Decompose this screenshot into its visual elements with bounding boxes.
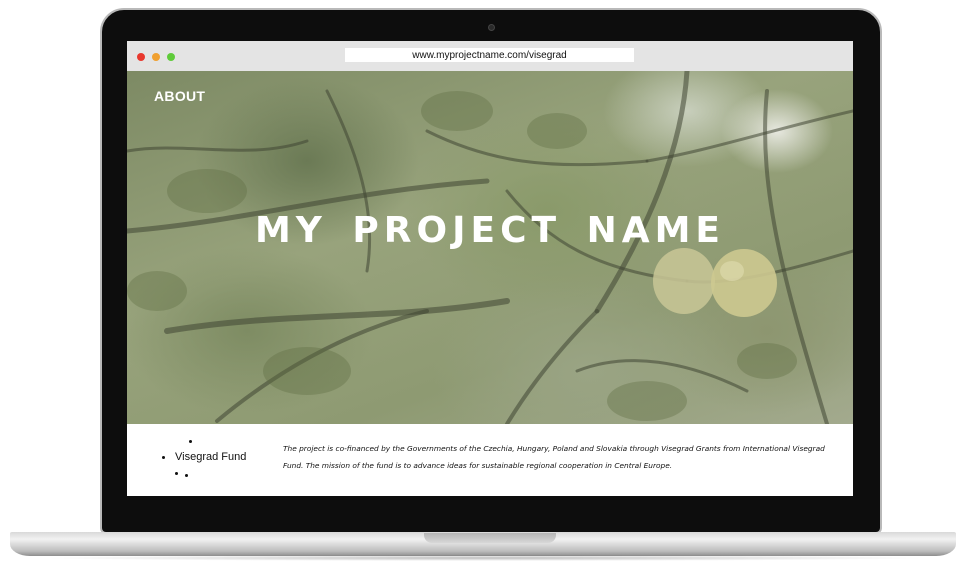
visegrad-fund-item: Visegrad Fund	[162, 451, 246, 463]
about-nav-link[interactable]: ABOUT	[154, 88, 205, 104]
laptop-notch	[424, 533, 556, 543]
laptop-shadow	[40, 555, 930, 561]
hero-banner: ABOUT MY PROJECT NAME	[127, 71, 853, 424]
close-window-button[interactable]	[137, 53, 145, 61]
maximize-window-button[interactable]	[167, 53, 175, 61]
camera-icon	[488, 24, 495, 31]
bullet-icon	[189, 440, 192, 443]
bullet-icon	[185, 474, 188, 477]
minimize-window-button[interactable]	[152, 53, 160, 61]
browser-toolbar: www.myprojectname.com/visegrad	[127, 41, 853, 71]
apples	[653, 248, 777, 317]
bullet-icon	[162, 455, 165, 459]
footer: Visegrad Fund The project is co-financed…	[127, 424, 853, 496]
address-bar[interactable]: www.myprojectname.com/visegrad	[345, 48, 634, 62]
project-title: MY PROJECT NAME	[254, 210, 726, 251]
bullet-icon	[175, 472, 178, 475]
visegrad-fund-label[interactable]: Visegrad Fund	[175, 451, 246, 463]
laptop-screen: www.myprojectname.com/visegrad ABOUT MY …	[127, 41, 853, 496]
fund-description: The project is co-financed by the Govern…	[283, 444, 825, 470]
